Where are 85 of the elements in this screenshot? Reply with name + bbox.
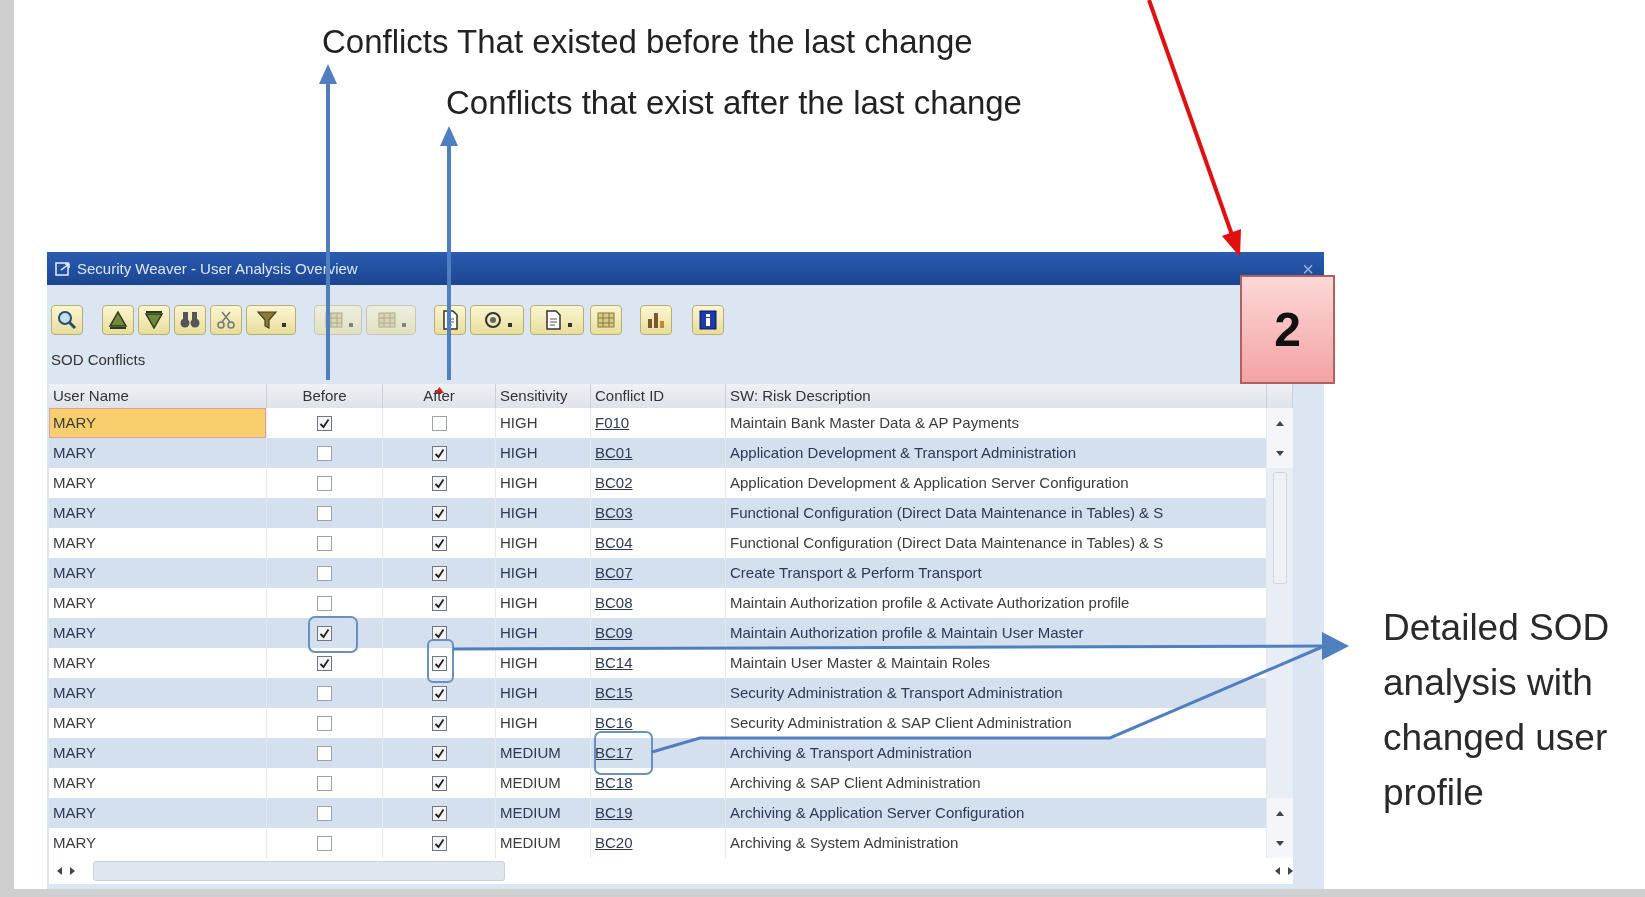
checkbox[interactable]	[317, 715, 332, 731]
checkbox[interactable]	[431, 535, 447, 551]
info-icon	[697, 309, 719, 331]
checkbox[interactable]	[431, 505, 447, 521]
conflict-id-link[interactable]: BC17	[595, 744, 633, 761]
annotation-text: Conflicts that exist after the last change	[446, 83, 1023, 123]
checkbox[interactable]	[317, 775, 332, 791]
toolbar-button[interactable]	[138, 305, 170, 335]
checkbox[interactable]	[431, 415, 447, 431]
table-cell: HIGH	[496, 618, 591, 648]
checkbox[interactable]	[317, 805, 332, 821]
checkbox[interactable]	[431, 595, 447, 611]
conflict-id-link[interactable]: BC04	[595, 534, 633, 551]
funnel-icon	[255, 309, 278, 331]
conflict-id-link[interactable]: F010	[595, 414, 630, 431]
scroll-down-icon[interactable]	[1276, 450, 1284, 456]
toolbar-button[interactable]	[246, 305, 296, 335]
checkbox[interactable]	[317, 625, 332, 641]
scroll-left-icon[interactable]	[1275, 867, 1280, 875]
checkbox[interactable]	[317, 835, 332, 851]
conflict-id-link[interactable]: BC20	[595, 834, 633, 851]
conflict-id-link[interactable]: BC02	[595, 474, 633, 491]
section-label: SOD Conflicts	[50, 350, 147, 370]
step-badge: 2	[1240, 275, 1335, 384]
scroll-down-icon[interactable]	[1276, 840, 1284, 846]
scroll-up-icon[interactable]	[1276, 810, 1284, 816]
toolbar-button[interactable]	[51, 305, 83, 335]
window-title: Security Weaver - User Analysis Overview	[77, 260, 359, 277]
checkbox[interactable]	[317, 685, 332, 701]
conflict-id-link[interactable]: BC09	[595, 624, 633, 641]
checkbox[interactable]	[317, 595, 332, 611]
conflict-id-link[interactable]: BC16	[595, 714, 633, 731]
annotation-text: Conflicts That existed before the last change	[322, 22, 974, 62]
scroll-right-icon[interactable]	[70, 867, 75, 875]
toolbar-button[interactable]	[640, 305, 672, 335]
annotation-text: Detailed SOD analysis with changed user profile	[1383, 606, 1611, 815]
checkbox[interactable]	[431, 775, 447, 791]
scroll-right-icon[interactable]	[1288, 867, 1293, 875]
checkbox[interactable]	[431, 805, 447, 821]
scissors-icon	[215, 309, 237, 331]
checkbox[interactable]	[431, 475, 447, 491]
highlight-box	[308, 616, 358, 653]
toolbar-button[interactable]	[470, 305, 524, 335]
checkbox[interactable]	[431, 445, 447, 461]
conflict-id-link[interactable]: BC14	[595, 654, 633, 671]
conflict-id-link[interactable]: BC15	[595, 684, 633, 701]
scroll-thumb[interactable]	[93, 861, 505, 881]
triangle-down-icon	[143, 309, 165, 331]
conflict-id-link[interactable]: BC18	[595, 774, 633, 791]
magnifier-icon	[56, 309, 78, 331]
checkbox[interactable]	[431, 655, 447, 671]
checkbox[interactable]	[317, 745, 332, 761]
grid-icon	[595, 309, 617, 331]
conflict-id-link[interactable]: BC19	[595, 804, 633, 821]
checkbox[interactable]	[317, 535, 332, 551]
conflict-id-link[interactable]: BC03	[595, 504, 633, 521]
toolbar-button[interactable]	[174, 305, 206, 335]
checkbox[interactable]	[317, 505, 332, 521]
vertical-scrollbar[interactable]	[1267, 408, 1293, 858]
checkbox[interactable]	[317, 475, 332, 491]
checkbox[interactable]	[317, 415, 332, 431]
checkbox[interactable]	[431, 715, 447, 731]
grid-icon	[322, 309, 345, 331]
conflict-id-link[interactable]: BC07	[595, 564, 633, 581]
checkbox[interactable]	[317, 565, 332, 581]
checkbox[interactable]	[431, 565, 447, 581]
table-cell[interactable]: MARY	[49, 408, 267, 438]
highlight-box	[427, 639, 454, 683]
conflict-id-link[interactable]: BC08	[595, 594, 633, 611]
grid-icon	[375, 309, 398, 331]
scroll-thumb[interactable]	[1273, 472, 1287, 584]
toolbar-button[interactable]	[692, 305, 724, 335]
conflict-id-link[interactable]: BC01	[595, 444, 633, 461]
checkbox[interactable]	[431, 685, 447, 701]
window-icon	[55, 261, 71, 276]
checkbox[interactable]	[317, 445, 332, 461]
checkbox[interactable]	[431, 835, 447, 851]
scroll-up-icon[interactable]	[1276, 420, 1284, 426]
triangle-up-icon	[107, 309, 129, 331]
checkbox[interactable]	[317, 655, 332, 671]
highlight-box	[594, 731, 653, 775]
toolbar-button[interactable]	[102, 305, 134, 335]
scroll-left-icon[interactable]	[57, 867, 62, 875]
toolbar-button[interactable]	[530, 305, 584, 335]
checkbox[interactable]	[431, 745, 447, 761]
